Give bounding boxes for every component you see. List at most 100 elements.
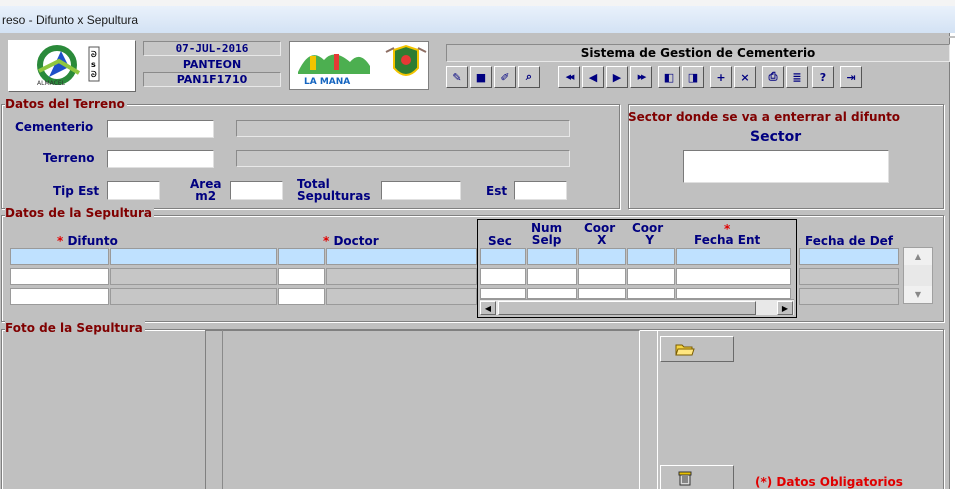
- row-1-doctor-code-cell[interactable]: [278, 248, 325, 265]
- row-3-fecha-ent-cell[interactable]: [676, 288, 791, 299]
- total-sepulturas-input[interactable]: [381, 181, 461, 200]
- module-label: PANTEON: [182, 57, 242, 71]
- last-record-button[interactable]: ▶▶: [630, 66, 652, 88]
- almacel-logo-graphic: ᘐ s ᘐ: [37, 45, 100, 85]
- row-3-fecha-def-cell[interactable]: [799, 288, 899, 305]
- row-1-fecha-def-cell[interactable]: [799, 248, 899, 265]
- window-title: reso - Difunto x Sepultura: [2, 13, 139, 27]
- row-2-num-selp-cell[interactable]: [527, 268, 577, 285]
- scroll-down-button[interactable]: ▼: [904, 286, 932, 303]
- delete-photo-button[interactable]: [660, 465, 734, 489]
- row-1-coor-x-cell[interactable]: [578, 248, 626, 265]
- row-1-num-selp-cell[interactable]: [527, 248, 577, 265]
- terreno-description-field: [236, 150, 570, 167]
- first-block-icon: ◧: [663, 70, 675, 84]
- terreno-input[interactable]: [107, 150, 214, 168]
- query-button[interactable]: ⌕: [518, 66, 540, 88]
- scroll-thumb[interactable]: [498, 301, 756, 315]
- delete-record-button[interactable]: ×: [734, 66, 756, 88]
- fecha-def-header: Fecha de Def: [805, 234, 894, 248]
- la-mana-text: LA MANA: [304, 77, 350, 87]
- window-titlebar: reso - Difunto x Sepultura: [0, 0, 955, 33]
- row-1-doctor-name-cell[interactable]: [326, 248, 477, 265]
- help-icon: ?: [819, 70, 827, 84]
- edit-button[interactable]: ✐: [494, 66, 516, 88]
- row-2-doctor-code-cell[interactable]: [278, 268, 325, 285]
- scroll-up-button[interactable]: ▲: [904, 248, 932, 265]
- row-2-fecha-def-cell[interactable]: [799, 268, 899, 285]
- rows-vscrollbar[interactable]: ▲ ▼: [903, 247, 933, 304]
- last-record-icon: ▶▶: [637, 73, 647, 81]
- clear-button[interactable]: ✎: [446, 66, 468, 88]
- row-2-difunto-code-cell[interactable]: [10, 268, 109, 285]
- row-2-fecha-ent-cell[interactable]: [676, 268, 791, 285]
- cementerio-input[interactable]: [107, 120, 214, 138]
- row-2-sec-cell[interactable]: [480, 268, 526, 285]
- row-3-coor-x-cell[interactable]: [578, 288, 626, 299]
- terreno-label: Terreno: [43, 151, 95, 165]
- required-fields-note: (*) Datos Obligatorios: [755, 475, 903, 489]
- open-photo-button[interactable]: [660, 336, 734, 362]
- row-1-sec-cell[interactable]: [480, 248, 526, 265]
- row-3-num-selp-cell[interactable]: [527, 288, 577, 299]
- insert-record-button[interactable]: +: [710, 66, 732, 88]
- area-input[interactable]: [230, 181, 283, 200]
- help-button[interactable]: ?: [812, 66, 834, 88]
- difunto-header: * Difunto: [57, 234, 118, 248]
- scroll-right-button[interactable]: ▶: [777, 301, 793, 315]
- almacel-logo: ᘐ s ᘐ ALMACEL: [8, 40, 136, 92]
- first-block-button[interactable]: ◧: [658, 66, 680, 88]
- first-record-button[interactable]: ◀◀: [558, 66, 580, 88]
- form-code-field: PAN1F1710: [143, 72, 281, 87]
- row-1-difunto-name-cell[interactable]: [110, 248, 277, 265]
- row-3-difunto-name-cell[interactable]: [110, 288, 277, 305]
- next-record-icon: ▶: [612, 70, 622, 84]
- delete-record-icon: ×: [740, 70, 750, 84]
- edit-icon: ✐: [500, 70, 510, 84]
- next-record-button[interactable]: ▶: [606, 66, 628, 88]
- row-2-doctor-name-cell[interactable]: [326, 268, 477, 285]
- row-3-doctor-code-cell[interactable]: [278, 288, 325, 305]
- report-button[interactable]: ≣: [786, 66, 808, 88]
- first-record-icon: ◀◀: [565, 73, 575, 81]
- row-3-sec-cell[interactable]: [480, 288, 526, 299]
- scroll-left-button[interactable]: ◀: [480, 301, 496, 315]
- row-1-coor-y-cell[interactable]: [627, 248, 675, 265]
- row-1-difunto-code-cell[interactable]: [10, 248, 109, 265]
- row-2-coor-x-cell[interactable]: [578, 268, 626, 285]
- cementerio-label: Cementerio: [15, 120, 94, 134]
- toolbar: ✎ ■ ✐ ⌕ ◀◀ ◀ ▶ ▶▶ ◧ ◨ + × ⎙ ≣? ⇥: [446, 66, 950, 90]
- svg-text:ᘐ: ᘐ: [91, 50, 97, 59]
- row-3-difunto-code-cell[interactable]: [10, 288, 109, 305]
- doctor-header: * Doctor: [323, 234, 379, 248]
- sepultura-section-title: Datos de la Sepultura: [5, 206, 154, 220]
- est-input[interactable]: [514, 181, 567, 200]
- svg-text:s: s: [91, 60, 96, 69]
- total-sepulturas-label: Total Sepulturas: [297, 177, 371, 203]
- row-2-difunto-name-cell[interactable]: [110, 268, 277, 285]
- exit-button[interactable]: ⇥: [840, 66, 862, 88]
- print-button[interactable]: ⎙: [762, 66, 784, 88]
- foto-section-title: Foto de la Sepultura: [5, 321, 145, 335]
- trash-icon: [678, 471, 692, 485]
- save-icon: ■: [475, 70, 487, 84]
- row-3-doctor-name-cell[interactable]: [326, 288, 477, 305]
- last-block-button[interactable]: ◨: [682, 66, 704, 88]
- row-3-coor-y-cell[interactable]: [627, 288, 675, 299]
- save-button[interactable]: ■: [470, 66, 492, 88]
- folder-open-icon: [675, 344, 695, 356]
- sector-title: Sector donde se va a enterrar al difunto: [628, 110, 901, 124]
- row-1-fecha-ent-cell[interactable]: [676, 248, 791, 265]
- tip-est-label: Tip Est: [53, 184, 100, 198]
- tip-est-input[interactable]: [107, 181, 160, 200]
- canvas-hscrollbar[interactable]: ◀ ▶: [480, 299, 794, 315]
- previous-record-icon: ◀: [588, 70, 598, 84]
- sector-input[interactable]: [683, 150, 889, 183]
- terreno-section-title: Datos del Terreno: [5, 97, 127, 111]
- la-mana-logo-graphic: LA MANA: [298, 44, 427, 87]
- row-2-coor-y-cell[interactable]: [627, 268, 675, 285]
- previous-record-button[interactable]: ◀: [582, 66, 604, 88]
- sector-label: Sector: [750, 129, 802, 145]
- system-title-bar: Sistema de Gestion de Cementerio: [446, 44, 950, 62]
- last-block-icon: ◨: [687, 70, 699, 84]
